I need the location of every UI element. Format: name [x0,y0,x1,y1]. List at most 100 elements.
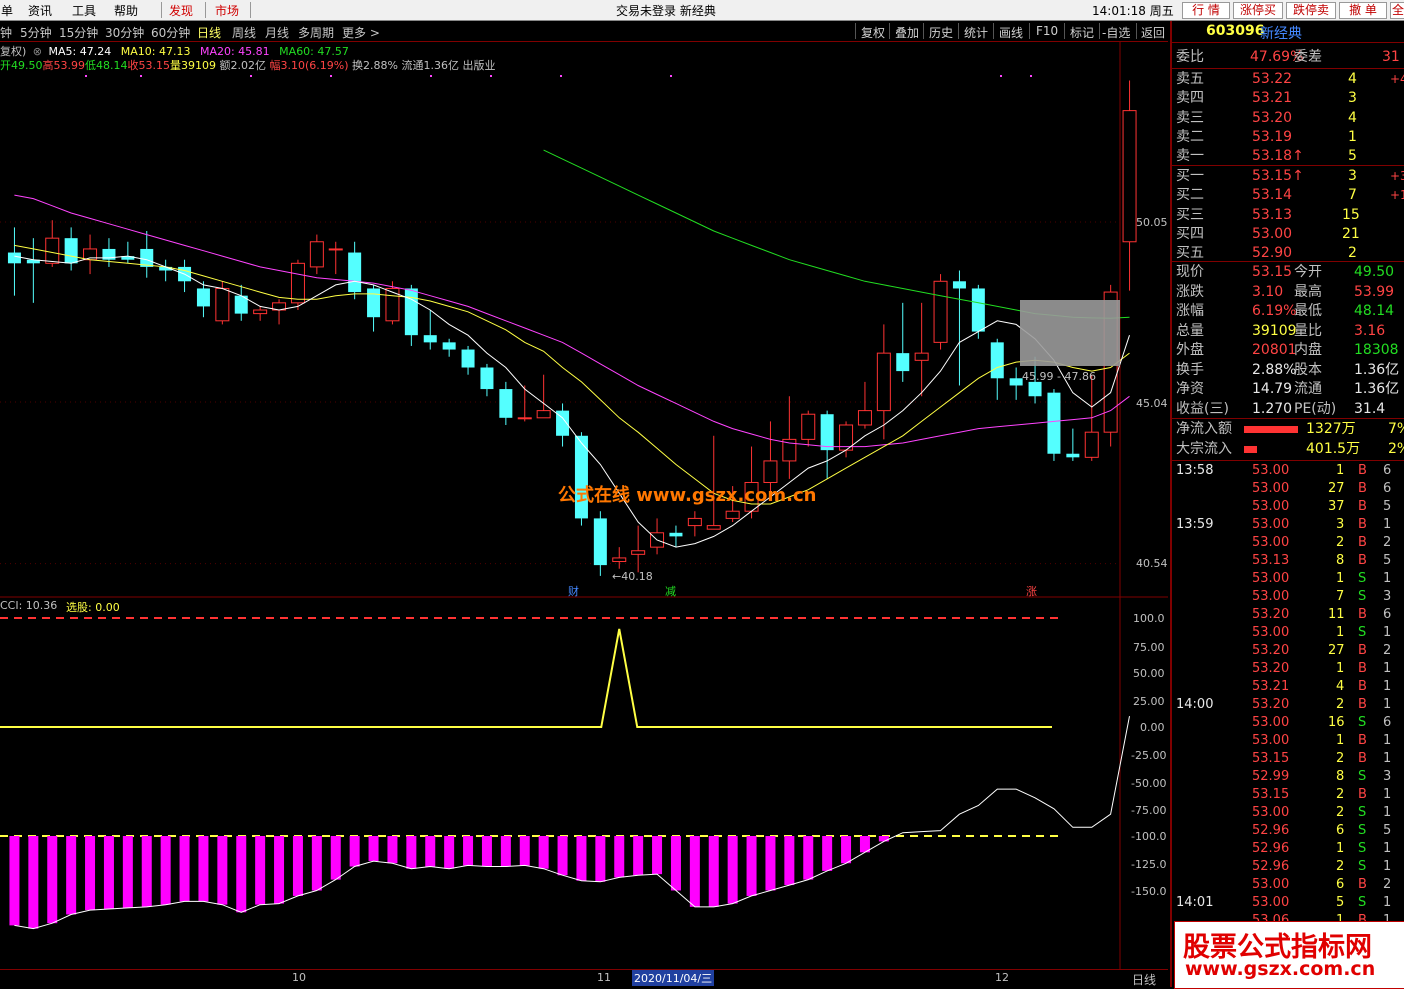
tick-row: 53.00 1 S 1 [1176,624,1404,642]
menu-item-tools[interactable]: 工具 [72,2,96,19]
tool-stats-button[interactable]: 统计 [964,24,988,41]
limit-up-buy-button[interactable]: 涨停买 [1233,2,1283,19]
tab-period-daily[interactable]: 日线 [197,24,221,41]
divider [1172,418,1404,419]
cci-oversold-bar [519,836,530,866]
ask-row[interactable]: 卖一 53.18↑ 5 [1176,147,1404,166]
tick-count: 6 [1383,715,1392,730]
candlestick-chart[interactable] [0,42,1168,598]
stat-row[interactable]: 总量 39109 量比 3.16 [1176,322,1404,341]
candle-body [442,342,456,350]
stat-row[interactable]: 收益(三) 1.270 PE(动) 31.4 [1176,400,1404,419]
stat-row[interactable]: 涨幅 6.19% 最低 48.14 [1176,302,1404,321]
tab-more[interactable]: 更多 > [342,24,380,41]
cci-oversold-bar [160,836,171,905]
ask-row[interactable]: 卖三 53.20 4 [1176,109,1404,128]
tool-draw-button[interactable]: 画线 [999,24,1023,41]
tab-period-monthly[interactable]: 月线 [265,24,289,41]
menu-item-news[interactable]: 资讯 [28,2,52,19]
tab-period-30min[interactable]: 30分钟 [105,24,144,41]
tick-side: B [1358,535,1367,550]
tick-volume: 1 [1336,841,1345,856]
bid-row[interactable]: 买三 53.13 15 [1176,206,1404,225]
tool-back-button[interactable]: 返回 [1141,24,1165,41]
tab-period-5min[interactable]: 5分钟 [20,24,52,41]
clock: 14:01:18 周五 [1092,4,1174,18]
divider [1099,23,1100,39]
tick-volume: 2 [1336,787,1345,802]
tick-count: 3 [1383,769,1392,784]
weibi-row: 委比 47.69% 委差 31 [1176,48,1404,67]
tab-period-15min[interactable]: 15分钟 [59,24,98,41]
tick-side: B [1358,607,1367,622]
tick-price: 52.99 [1252,769,1290,784]
bid-row[interactable]: 买一 53.15↑ 3 +3 [1176,167,1404,186]
menu-item-help[interactable]: 帮助 [114,2,138,19]
bid-row[interactable]: 买四 53.00 21 [1176,225,1404,244]
tab-period-60min[interactable]: 60分钟 [151,24,190,41]
tick-side: S [1358,589,1367,604]
candle-body [196,288,210,307]
candle-body [952,281,966,289]
candle-body [480,367,494,390]
stat-row[interactable]: 换手 2.88% 股本 1.36亿 [1176,361,1404,380]
stat-value: 49.50 [1354,264,1395,280]
tool-overlay-button[interactable]: 叠加 [895,24,919,41]
ask-row[interactable]: 卖四 53.21 3 [1176,89,1404,108]
ask-level-label: 卖二 [1176,128,1204,145]
stat-row[interactable]: 现价 53.15 今开 49.50 [1176,263,1404,282]
tick-row: 52.96 6 S 5 [1176,822,1404,840]
tool-mark-button[interactable]: 标记 [1070,24,1094,41]
tool-adjust-button[interactable]: 复权 [861,24,885,41]
flow-row[interactable]: 大宗流入 401.5万 2% [1176,440,1404,459]
menu-market[interactable]: 市场 [215,2,239,19]
stat-label: 量比 [1294,322,1322,339]
tool-f10-button[interactable]: F10 [1036,24,1058,38]
divider [993,23,994,39]
all-button[interactable]: 全 [1390,2,1404,19]
tool-watchlist-button[interactable]: -自选 [1102,24,1130,41]
cci-oversold-bar [103,836,114,910]
cci-oversold-bar [500,836,511,867]
ask-volume: 1 [1348,128,1357,145]
ask-row[interactable]: 卖二 53.19 1 [1176,128,1404,147]
menu-item-order[interactable]: 单 [1,2,13,19]
tick-count: 6 [1383,463,1392,478]
tick-price: 53.00 [1252,805,1290,820]
stat-label: 股本 [1294,361,1322,378]
cancel-order-button[interactable]: 撤 单 [1339,2,1387,19]
stat-row[interactable]: 外盘 20801 内盘 18308 [1176,341,1404,360]
y-axis-label: 45.04 [1136,397,1168,410]
quote-button[interactable]: 行 情 [1182,2,1230,19]
candle-body [990,342,1004,379]
stock-code: 603096 [1206,23,1265,39]
tool-history-button[interactable]: 历史 [929,24,953,41]
tick-price: 53.00 [1252,481,1290,496]
promo-banner[interactable]: 股票公式指标网 www.gszx.com.cn [1174,921,1404,989]
cci-chart[interactable] [0,597,1168,969]
tick-count: 1 [1383,661,1392,676]
limit-down-sell-button[interactable]: 跌停卖 [1286,2,1336,19]
tick-count: 1 [1383,517,1392,532]
ask-row[interactable]: 卖五 53.22 4 +4 [1176,70,1404,89]
stat-row[interactable]: 涨跌 3.10 最高 53.99 [1176,283,1404,302]
bid-row[interactable]: 买二 53.14 7 +1 [1176,186,1404,205]
bid-volume: 3 [1348,168,1357,184]
x-label-month: 12 [995,971,1009,984]
cci-oversold-bar [784,836,795,886]
stat-label: 涨跌 [1176,283,1204,300]
tick-side: S [1358,823,1367,838]
tick-side: B [1358,877,1367,892]
menu-discover[interactable]: 发现 [169,2,193,19]
tick-price: 53.00 [1252,499,1290,514]
tab-period-weekly[interactable]: 周线 [232,24,256,41]
ask-price: 53.21 [1252,90,1293,107]
tab-multi-period[interactable]: 多周期 [298,24,334,41]
cci-oversold-bar [803,836,814,880]
stat-value: 20801 [1252,342,1297,358]
tab-period-0[interactable]: 钟 [0,24,12,41]
stat-row[interactable]: 净资 14.79 流通 1.36亿 [1176,380,1404,399]
cci-oversold-bar [236,836,247,913]
cci-oversold-bar [85,836,96,911]
tick-row: 53.00 37 B 5 [1176,498,1404,516]
